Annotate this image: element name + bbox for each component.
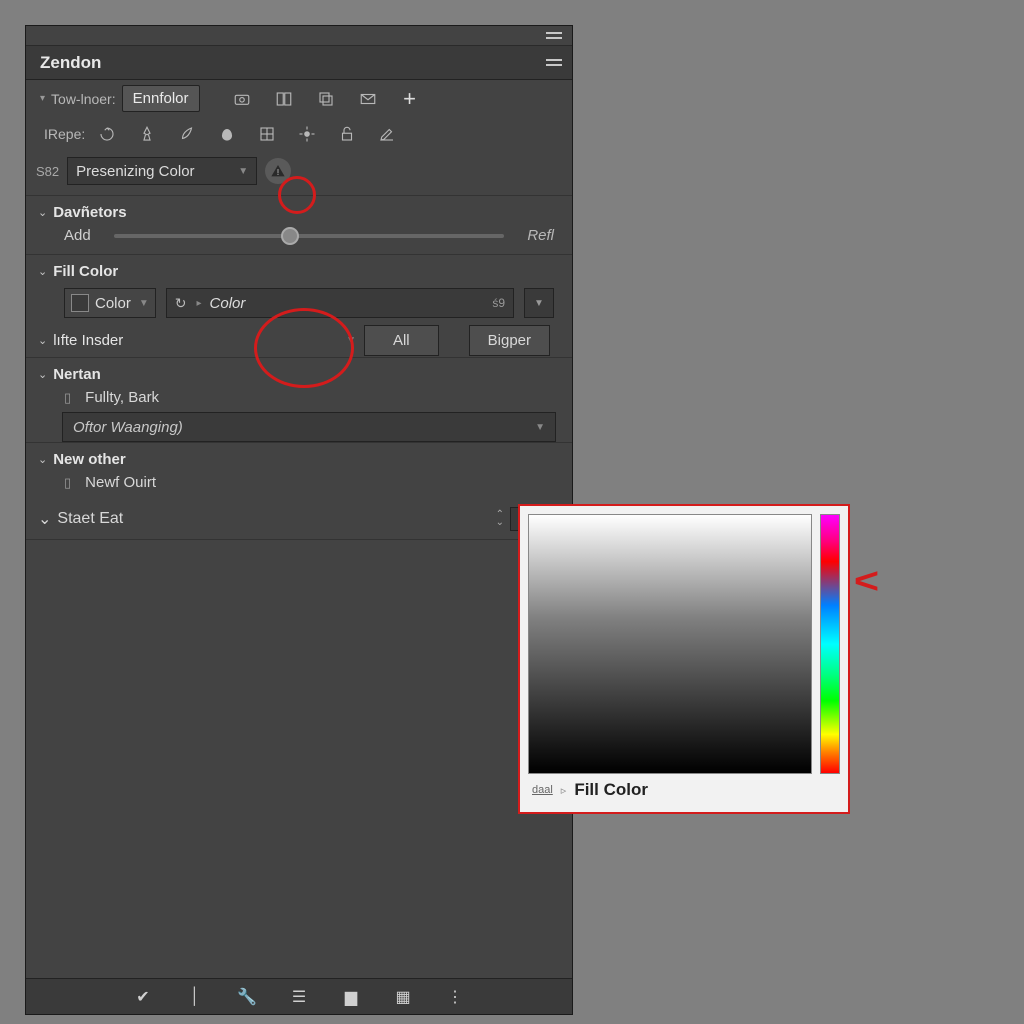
nertan-sub-label: Fullty, Bark — [85, 389, 159, 406]
refresh-icon: ↻ — [175, 295, 187, 312]
insider-label: lıfte Insder — [53, 332, 123, 349]
chevron-down-icon: ⌄ — [38, 368, 47, 381]
chevron-down-icon: ⌄ — [38, 509, 51, 529]
panel-menu-icon[interactable] — [546, 32, 562, 39]
newother-label: New other — [53, 451, 126, 468]
section-davnetors[interactable]: ⌄ Davñetors — [26, 196, 572, 223]
newother-sub-row: ▯ Newf Ouirt — [26, 470, 572, 499]
slider-left-label: Add — [64, 227, 104, 244]
toolbar-row-2: IRepe: — [26, 117, 572, 151]
panel-titlebar: Zendon — [26, 46, 572, 80]
slider-thumb[interactable] — [281, 227, 299, 245]
book-icon: ▯ — [64, 475, 71, 491]
page-icon: ▯ — [64, 390, 71, 406]
swirl-icon[interactable] — [97, 124, 117, 144]
panel-topbar — [26, 26, 572, 46]
panels-icon[interactable] — [274, 89, 294, 109]
toolbar-row-1: ▾ Tow-lnoer: Ennfolor + — [26, 80, 572, 117]
color-more-button[interactable]: ▼ — [524, 288, 554, 318]
preset-dropdown[interactable]: Presenizing Color ▼ — [67, 157, 257, 185]
chevron-down-icon: ⌄ — [38, 453, 47, 466]
stepper-control[interactable]: ⌃⌄ — [496, 511, 504, 527]
annotation-arrow: < — [854, 560, 879, 602]
fillcolor-label: Fill Color — [53, 263, 118, 280]
nertan-dropdown[interactable]: Oftor Waanging) ▼ — [62, 412, 556, 442]
blob-icon[interactable] — [217, 124, 237, 144]
sparkle-icon[interactable] — [297, 124, 317, 144]
pen-icon[interactable] — [377, 124, 397, 144]
newother-sub-label: Newf Ouirt — [85, 474, 156, 491]
section-fill-color[interactable]: ⌄ Fill Color — [26, 255, 572, 282]
camera-icon[interactable] — [232, 89, 252, 109]
davnetors-slider-row: Add Refl — [26, 223, 572, 255]
staet-header[interactable]: ⌄ Staet Eat — [38, 509, 123, 529]
swatch-label: Color — [95, 295, 131, 312]
chevron-down-icon: ▼ — [139, 298, 149, 309]
chevron-down-icon: ⌄ — [38, 206, 47, 219]
caret-icon: ▾ — [40, 93, 45, 104]
color-mode-dropdown[interactable]: ↻ ▸ Color ś9 — [166, 288, 514, 318]
color-swatch-dropdown[interactable]: Color ▼ — [64, 288, 156, 318]
preset-row: S82 Presenizing Color ▼ — [26, 151, 572, 196]
brush-icon[interactable] — [137, 124, 157, 144]
row1-label: Tow-lnoer: — [51, 91, 116, 107]
row2-label: IRepe: — [44, 126, 85, 142]
hue-slider[interactable] — [820, 514, 840, 774]
caret-icon: ▹ — [561, 784, 567, 797]
picker-title: Fill Color — [574, 780, 648, 800]
picker-link[interactable]: daal — [532, 784, 553, 796]
tool-icon[interactable]: 🔧 — [237, 987, 257, 1007]
panel-flyout-icon[interactable] — [546, 59, 562, 66]
fill-color-row: Color ▼ ↻ ▸ Color ś9 ▼ — [26, 282, 572, 324]
warning-badge[interactable] — [265, 158, 291, 184]
grid-small-icon[interactable]: ▦ — [393, 987, 413, 1007]
checkmark-icon[interactable]: ✔ — [133, 987, 153, 1007]
davnetors-label: Davñetors — [53, 204, 126, 221]
nertan-label: Nertan — [53, 366, 101, 383]
unlock-icon[interactable] — [337, 124, 357, 144]
staet-label: Staet Eat — [57, 510, 123, 528]
chevron-down-icon: ⌄ — [38, 265, 47, 278]
chevron-down-icon: ▼ — [535, 422, 545, 433]
color-mode-tail: ś9 — [492, 296, 505, 310]
more-icon[interactable]: ⋮ — [445, 987, 465, 1007]
section-insider[interactable]: ⌄ lıfte Insder — [26, 324, 131, 357]
section-staet: ⌄ Staet Eat ⌃⌄ ▢ — [26, 499, 572, 540]
caret-icon: ▸ — [197, 298, 202, 309]
panel-bottom-bar: ✔ │ 🔧 ☰ ▆ ▦ ⋮ — [26, 978, 572, 1014]
chevron-down-icon: ▼ — [238, 166, 248, 177]
color-mode-label: Color — [210, 295, 246, 312]
grid-icon[interactable] — [257, 124, 277, 144]
mail-icon[interactable] — [358, 89, 378, 109]
color-swatch — [71, 294, 89, 312]
list-icon[interactable]: ☰ — [289, 987, 309, 1007]
feather-icon[interactable] — [177, 124, 197, 144]
preset-value: Presenizing Color — [76, 163, 194, 180]
color-picker-popup: daal ▹ Fill Color — [518, 504, 850, 814]
preset-tag: S82 — [36, 164, 59, 179]
chevron-down-icon[interactable]: ▼ — [346, 335, 356, 346]
duplicate-icon[interactable] — [316, 89, 336, 109]
nertan-sub-row: ▯ Fullty, Bark — [26, 385, 572, 408]
properties-panel: Zendon ▾ Tow-lnoer: Ennfolor + IRepe: — [25, 25, 573, 1015]
nertan-dd-value: Oftor Waanging) — [73, 419, 183, 436]
chevron-down-icon: ⌄ — [38, 334, 47, 347]
icon-strip-2 — [91, 122, 397, 146]
section-nertan[interactable]: ⌄ Nertan — [26, 358, 572, 385]
divider-icon: │ — [185, 988, 205, 1006]
all-button[interactable]: All — [364, 325, 439, 356]
slider-right-label: Refl — [514, 227, 554, 244]
icon-strip-1: + — [206, 87, 420, 111]
davnetors-slider[interactable] — [114, 234, 504, 238]
bigper-button[interactable]: Bigper — [469, 325, 550, 356]
folder-icon[interactable]: ▆ — [341, 987, 361, 1007]
color-gradient-field[interactable] — [528, 514, 812, 774]
plus-icon[interactable]: + — [400, 89, 420, 109]
ennfolor-button[interactable]: Ennfolor — [122, 85, 200, 112]
panel-title: Zendon — [40, 53, 101, 73]
section-new-other[interactable]: ⌄ New other — [26, 443, 572, 470]
